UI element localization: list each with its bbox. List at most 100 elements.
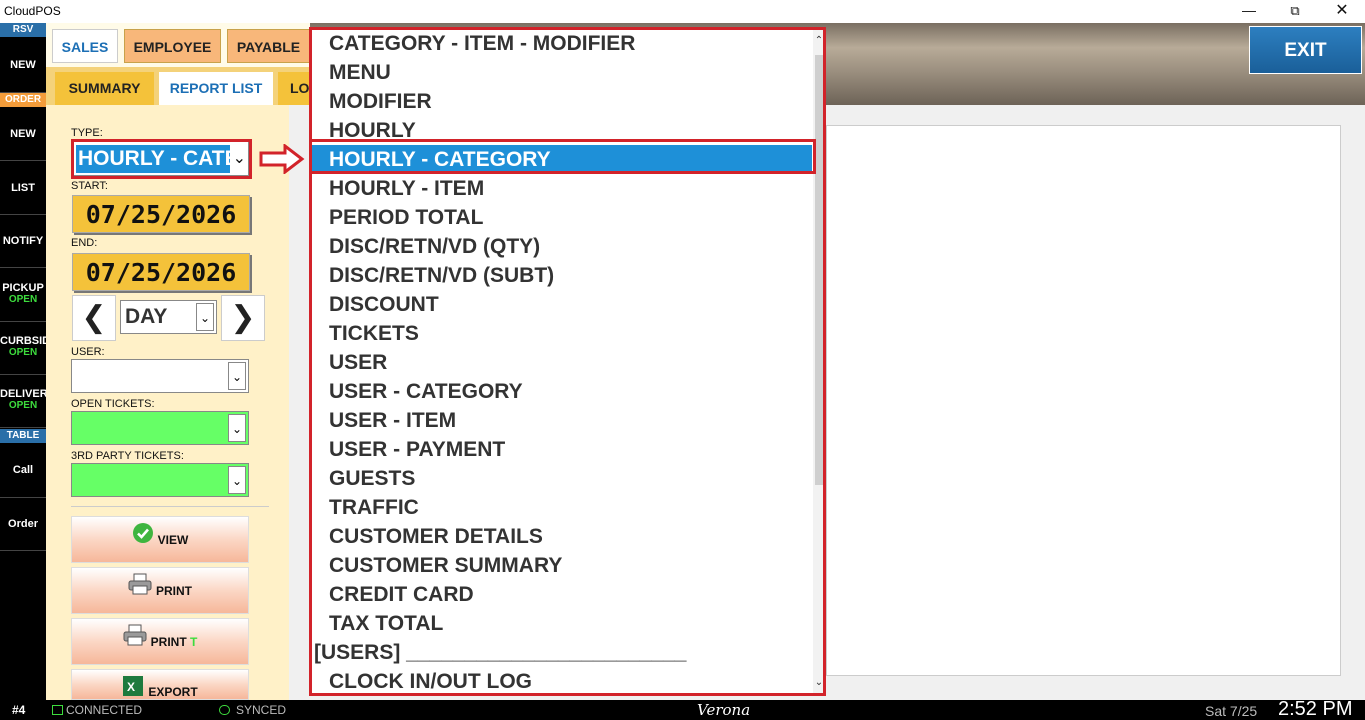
print-button-label: PRINT — [156, 584, 192, 598]
svg-text:X: X — [127, 680, 135, 694]
sidebar: RSV NEW ORDER NEW LIST NOTIFY PICKUP OPE… — [0, 23, 46, 700]
scrollbar-thumb[interactable] — [815, 55, 823, 485]
sidebar-item-order-new[interactable]: NEW — [0, 107, 46, 161]
chevron-down-icon: ⌄ — [228, 414, 246, 442]
minimize-button[interactable]: — — [1226, 0, 1272, 23]
restore-button[interactable]: ⧉ — [1272, 0, 1318, 23]
dropdown-option[interactable]: PERIOD TOTAL — [312, 203, 812, 232]
close-button[interactable]: ✕ — [1319, 0, 1365, 23]
tab-payable[interactable]: PAYABLE — [227, 29, 310, 63]
check-circle-icon — [132, 517, 154, 564]
sidebar-item-notify[interactable]: NOTIFY — [0, 215, 46, 268]
export-button-label: EXPORT — [148, 685, 198, 699]
arrow-right-icon — [259, 142, 305, 179]
dropdown-scrollbar[interactable]: ⌃ ⌄ — [813, 30, 823, 693]
highlight-box — [309, 139, 816, 174]
status-time: 2:52 PM — [1278, 698, 1353, 720]
dropdown-option[interactable]: CLOCK IN/OUT LOG — [312, 667, 812, 693]
print-t-suffix: T — [190, 635, 198, 649]
dropdown-option[interactable]: MENU — [312, 58, 812, 87]
dropdown-option[interactable]: MODIFIER — [312, 87, 812, 116]
chevron-down-icon: ⌄ — [228, 466, 246, 494]
prev-period-button[interactable]: ❮ — [72, 295, 116, 341]
dropdown-option[interactable]: CUSTOMER DETAILS — [312, 522, 812, 551]
dropdown-option[interactable]: GUESTS — [312, 464, 812, 493]
sidebar-item-order[interactable]: Order — [0, 498, 46, 551]
dropdown-option[interactable]: USER - PAYMENT — [312, 435, 812, 464]
tab-sales[interactable]: SALES — [52, 29, 118, 63]
dropdown-option[interactable]: CREDIT CARD — [312, 580, 812, 609]
sidebar-header-table: TABLE — [0, 429, 46, 443]
print-t-button-label: PRINT — [150, 635, 187, 649]
status-badge: OPEN — [8, 347, 38, 358]
sidebar-item-curbside[interactable]: CURBSID OPEN — [0, 322, 46, 375]
user-select[interactable]: ⌄ — [71, 359, 249, 393]
scroll-up-icon[interactable]: ⌃ — [813, 35, 823, 46]
export-button[interactable]: X EXPORT — [71, 669, 249, 700]
title-bar: CloudPOS — ⧉ ✕ — [0, 0, 1365, 23]
tab-summary[interactable]: SUMMARY — [55, 72, 154, 105]
app-title: CloudPOS — [4, 4, 61, 18]
divider — [71, 506, 269, 507]
chevron-right-icon: ❯ — [230, 301, 256, 334]
report-type-dropdown: CATEGORY - ITEM - MODIFIER MENU MODIFIER HO… — [309, 27, 826, 696]
dropdown-option[interactable]: DISC/RETN/VD (SUBT) — [312, 261, 812, 290]
dropdown-option[interactable]: CUSTOMER SUMMARY — [312, 551, 812, 580]
open-tickets-label: OPEN TICKETS: — [71, 398, 155, 410]
dropdown-option[interactable]: USER - ITEM — [312, 406, 812, 435]
sidebar-item-pickup[interactable]: PICKUP OPEN — [0, 268, 46, 322]
sidebar-item-list[interactable]: LIST — [0, 161, 46, 215]
third-party-label: 3RD PARTY TICKETS: — [71, 450, 184, 462]
report-content-area — [826, 125, 1341, 676]
sync-status: SYNCED — [236, 703, 287, 717]
exit-button[interactable]: EXIT — [1249, 26, 1362, 74]
status-badge: OPEN — [8, 294, 38, 305]
status-badge: OPEN — [8, 400, 38, 411]
open-tickets-select[interactable]: ⌄ — [71, 411, 249, 445]
user-label: USER: — [71, 346, 105, 358]
print-button[interactable]: PRINT — [71, 567, 249, 614]
sidebar-header-order: ORDER — [0, 93, 46, 107]
status-date: Sat 7/25 — [1205, 703, 1258, 719]
dropdown-option[interactable]: TICKETS — [312, 319, 812, 348]
sidebar-item-call[interactable]: Call — [0, 443, 46, 498]
sidebar-item-label: PICKUP — [2, 282, 44, 294]
tab-employee[interactable]: EMPLOYEE — [124, 29, 221, 63]
sidebar-header-rsv: RSV — [0, 23, 46, 37]
period-value: DAY — [125, 305, 168, 328]
sidebar-item-rsv-new[interactable]: NEW — [0, 37, 46, 93]
dropdown-option[interactable]: CATEGORY - ITEM - MODIFIER — [312, 30, 812, 58]
excel-icon: X — [122, 671, 144, 699]
type-label: TYPE: — [71, 127, 103, 139]
chevron-down-icon: ⌄ — [228, 362, 246, 390]
third-party-select[interactable]: ⌄ — [71, 463, 249, 497]
status-bar: #4 CONNECTED SYNCED Verona Sat 7/25 2:52… — [0, 698, 1365, 720]
print-t-button[interactable]: PRINT T — [71, 618, 249, 665]
end-date-button[interactable]: 07/25/2026 — [72, 253, 250, 291]
dropdown-option[interactable]: TAX TOTAL — [312, 609, 812, 638]
next-period-button[interactable]: ❯ — [221, 295, 265, 341]
sidebar-item-delivery[interactable]: DELIVER OPEN — [0, 375, 46, 428]
monitor-icon — [52, 705, 63, 715]
dropdown-option[interactable]: USER — [312, 348, 812, 377]
sidebar-item-label: DELIVER — [0, 388, 46, 400]
scroll-down-icon[interactable]: ⌄ — [813, 677, 823, 688]
sidebar-item-label: Call — [12, 464, 34, 476]
dropdown-option[interactable]: DISCOUNT — [312, 290, 812, 319]
start-date-button[interactable]: 07/25/2026 — [72, 195, 250, 233]
highlight-box — [71, 139, 252, 179]
connection-status: CONNECTED — [66, 703, 143, 717]
period-select[interactable]: DAY ⌄ — [120, 300, 217, 334]
cloud-icon — [219, 705, 230, 715]
printer-icon — [123, 619, 147, 666]
sidebar-item-label: CURBSID — [0, 335, 46, 347]
dropdown-option[interactable]: TRAFFIC — [312, 493, 812, 522]
dropdown-option[interactable]: HOURLY - ITEM — [312, 174, 812, 203]
dropdown-option[interactable]: USER - CATEGORY — [312, 377, 812, 406]
tab-report-list[interactable]: REPORT LIST — [159, 72, 273, 105]
view-button[interactable]: VIEW — [71, 516, 249, 563]
sidebar-item-label: Order — [8, 518, 38, 530]
dropdown-option[interactable]: [USERS] ________________________ — [312, 638, 812, 667]
dropdown-option[interactable]: DISC/RETN/VD (QTY) — [312, 232, 812, 261]
location-name: Verona — [697, 701, 751, 719]
